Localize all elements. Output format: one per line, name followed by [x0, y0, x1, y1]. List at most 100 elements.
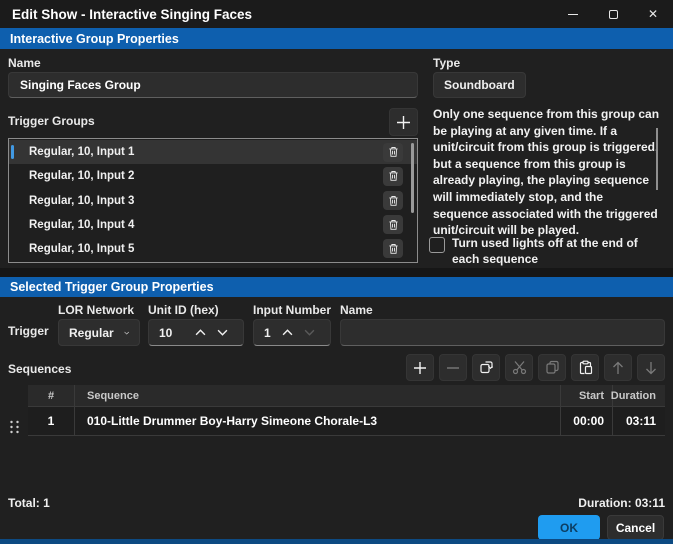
chevron-down-icon	[123, 331, 129, 335]
trigger-row-label: Trigger	[8, 324, 49, 338]
window-bottom-border	[0, 539, 673, 544]
cut-sequence-button[interactable]	[505, 354, 533, 381]
close-icon: ✕	[647, 7, 659, 21]
type-label: Type	[433, 56, 461, 70]
trigger-name-input[interactable]	[340, 319, 665, 346]
total-duration-label: Duration: 03:11	[578, 496, 665, 510]
minimize-button[interactable]	[553, 0, 593, 28]
trash-icon	[388, 243, 398, 254]
group-name-input[interactable]	[8, 72, 418, 98]
ok-button[interactable]: OK	[538, 515, 600, 540]
row-drag-handle[interactable]	[9, 420, 20, 434]
plus-icon	[397, 115, 410, 129]
sequence-row-name: 010-Little Drummer Boy-Harry Simeone Cho…	[74, 407, 560, 435]
trigger-group-label: Regular, 10, Input 4	[29, 218, 135, 231]
move-sequence-up-button[interactable]	[604, 354, 632, 381]
trigger-groups-list: Regular, 10, Input 1 Regular, 10, Input …	[8, 138, 418, 263]
trigger-group-row[interactable]: Regular, 10, Input 2	[9, 164, 417, 188]
input-number-increment-button[interactable]	[276, 329, 298, 336]
lor-network-label: LOR Network	[58, 303, 135, 317]
info-text-scrollbar[interactable]	[656, 128, 658, 190]
trigger-group-label: Regular, 10, Input 5	[29, 242, 135, 255]
trash-icon	[388, 171, 398, 182]
selection-indicator	[11, 145, 14, 160]
name-label: Name	[8, 56, 41, 70]
column-header-number: #	[47, 389, 55, 402]
input-number-spinner[interactable]: 1	[253, 319, 331, 346]
delete-trigger-group-button[interactable]	[383, 239, 403, 259]
type-dropdown[interactable]: Soundboard	[433, 72, 526, 98]
sequences-table: # Sequence Start Duration 1 010-Little D…	[28, 385, 665, 436]
sequence-row[interactable]: 1 010-Little Drummer Boy-Harry Simeone C…	[28, 407, 665, 436]
sequence-row-duration: 03:11	[612, 407, 664, 435]
column-header-start: Start	[560, 385, 612, 406]
input-number-value[interactable]: 1	[264, 326, 271, 340]
scissors-icon	[512, 361, 526, 375]
add-sequence-button[interactable]	[406, 354, 434, 381]
window-controls: ✕	[553, 0, 673, 28]
add-trigger-group-button[interactable]	[389, 108, 418, 136]
lights-off-label: Turn used lights off at the end of each …	[452, 236, 638, 266]
section-divider	[0, 268, 673, 277]
group-properties-header: Interactive Group Properties	[0, 28, 673, 49]
window-title: Edit Show - Interactive Singing Faces	[12, 6, 253, 22]
chevron-up-icon	[282, 329, 292, 336]
copy-sequence-button[interactable]	[538, 354, 566, 381]
minus-icon	[447, 366, 459, 369]
trigger-list-scrollbar[interactable]	[411, 143, 414, 213]
grip-dots-icon	[10, 420, 19, 434]
move-sequence-down-button[interactable]	[637, 354, 665, 381]
trigger-group-label: Regular, 10, Input 1	[29, 146, 135, 159]
maximize-icon	[608, 9, 618, 19]
input-number-decrement-button[interactable]	[298, 329, 320, 336]
trigger-group-row[interactable]: Regular, 10, Input 5	[9, 237, 417, 261]
unit-id-decrement-button[interactable]	[211, 329, 233, 336]
total-count-label: Total: 1	[8, 496, 50, 510]
trash-icon	[388, 195, 398, 206]
trash-icon	[388, 147, 398, 157]
trigger-name-label: Name	[340, 303, 373, 317]
trigger-group-row[interactable]: Regular, 10, Input 1	[9, 140, 417, 165]
title-bar: Edit Show - Interactive Singing Faces ✕	[0, 0, 673, 28]
close-button[interactable]: ✕	[633, 0, 673, 28]
unit-id-value[interactable]: 10	[159, 326, 172, 340]
sequences-table-header: # Sequence Start Duration	[28, 385, 665, 407]
duplicate-sequence-button[interactable]	[472, 354, 500, 381]
trigger-group-row[interactable]: Regular, 10, Input 4	[9, 213, 417, 237]
chevron-down-icon	[304, 329, 314, 336]
delete-trigger-group-button[interactable]	[383, 191, 403, 210]
sequence-row-number: 1	[47, 414, 55, 428]
paste-sequence-button[interactable]	[571, 354, 599, 381]
unit-id-increment-button[interactable]	[189, 329, 211, 336]
trigger-group-row[interactable]: Regular, 10, Input 3	[9, 188, 417, 212]
edit-show-dialog: Edit Show - Interactive Singing Faces ✕ …	[0, 0, 673, 544]
maximize-button[interactable]	[593, 0, 633, 28]
cancel-button[interactable]: Cancel	[607, 515, 664, 540]
remove-sequence-button[interactable]	[439, 354, 467, 381]
column-header-duration: Duration	[611, 385, 664, 406]
type-dropdown-value: Soundboard	[444, 78, 515, 92]
sequence-row-start: 00:00	[560, 407, 612, 435]
input-number-label: Input Number	[253, 303, 331, 317]
delete-trigger-group-button[interactable]	[383, 166, 403, 186]
unit-id-spinner[interactable]: 10	[148, 319, 244, 346]
selected-trigger-header: Selected Trigger Group Properties	[0, 277, 673, 297]
copy-icon	[545, 360, 559, 374]
group-info-text: Only one sequence from this group can be…	[433, 107, 660, 238]
chevron-up-icon	[195, 329, 205, 336]
group-properties-header-label: Interactive Group Properties	[10, 31, 179, 46]
trigger-group-label: Regular, 10, Input 2	[29, 170, 135, 183]
column-header-sequence: Sequence	[74, 385, 560, 406]
delete-trigger-group-button[interactable]	[383, 215, 403, 235]
trigger-groups-label: Trigger Groups	[8, 114, 95, 128]
arrow-down-icon	[646, 361, 656, 374]
delete-trigger-group-button[interactable]	[383, 142, 403, 162]
selected-trigger-header-label: Selected Trigger Group Properties	[10, 280, 214, 294]
lights-off-checkbox[interactable]	[429, 237, 445, 253]
sequences-toolbar	[406, 354, 665, 381]
lor-network-dropdown[interactable]: Regular	[58, 319, 140, 346]
trigger-group-label: Regular, 10, Input 3	[29, 194, 135, 207]
clipboard-paste-icon	[579, 360, 592, 375]
chevron-down-icon	[217, 329, 227, 336]
minimize-icon	[568, 13, 578, 15]
